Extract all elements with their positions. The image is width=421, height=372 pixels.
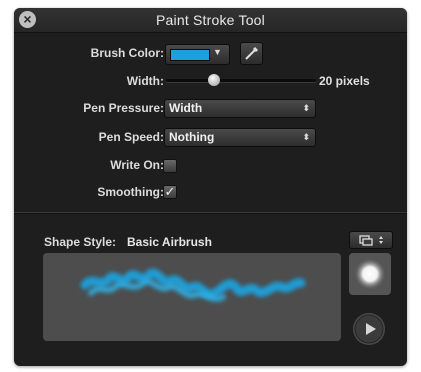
pen-pressure-select[interactable]: Width ⬍: [164, 99, 316, 118]
width-label: Width:: [126, 74, 164, 88]
play-icon: [354, 314, 384, 344]
section-divider: [14, 212, 407, 214]
title-bar: × Paint Stroke Tool: [14, 8, 407, 33]
dropdown-arrow-icon: ▼: [213, 47, 222, 57]
smoothing-label: Smoothing:: [97, 185, 164, 199]
updown-arrows-icon: ⬍: [302, 103, 310, 113]
eyedropper-icon: [245, 46, 259, 60]
write-on-checkbox[interactable]: [163, 159, 177, 173]
play-button[interactable]: [353, 313, 385, 345]
brush-stroke-preview: [80, 268, 306, 302]
pen-speed-value: Nothing: [169, 130, 215, 144]
width-slider-track[interactable]: [166, 79, 316, 82]
paint-stroke-window: × Paint Stroke Tool Brush Color: ▼ Width…: [14, 8, 407, 366]
width-slider-knob[interactable]: [208, 74, 220, 86]
eyedropper-button[interactable]: [240, 42, 263, 65]
pen-pressure-value: Width: [169, 101, 203, 115]
airbrush-shape-button[interactable]: [349, 253, 391, 295]
shape-style-value: Basic Airbrush: [127, 235, 212, 249]
write-on-label: Write On:: [110, 158, 164, 172]
pen-speed-label: Pen Speed:: [98, 130, 164, 144]
pen-speed-select[interactable]: Nothing ⬍: [164, 128, 316, 147]
shape-style-menu-button[interactable]: [349, 231, 393, 249]
brush-color-swatch: [170, 49, 210, 61]
window-title: Paint Stroke Tool: [156, 12, 265, 28]
width-value: 20 pixels: [319, 74, 370, 88]
shape-style-label: Shape Style:: [44, 235, 117, 249]
shape-menu-icon: [359, 235, 383, 246]
airbrush-dot-icon: [354, 258, 386, 290]
smoothing-checkbox[interactable]: ✓: [163, 185, 177, 199]
updown-arrows-icon: ⬍: [302, 132, 310, 142]
brush-color-button[interactable]: ▼: [165, 44, 230, 65]
brush-color-label: Brush Color:: [90, 46, 164, 60]
pen-pressure-label: Pen Pressure:: [83, 101, 164, 115]
stroke-preview: [43, 253, 341, 341]
